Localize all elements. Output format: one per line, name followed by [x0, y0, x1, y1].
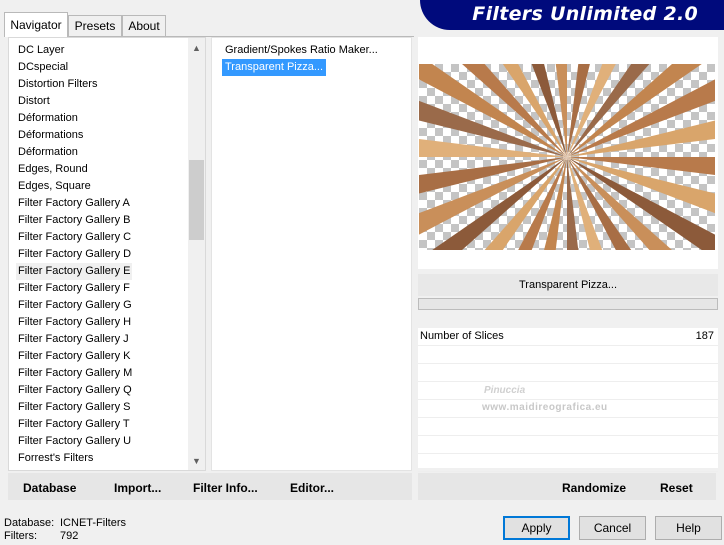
- database-button[interactable]: Database: [23, 481, 76, 495]
- category-item[interactable]: Filter Factory Gallery J: [16, 331, 131, 348]
- filters-count-value: 792: [60, 530, 79, 542]
- filter-name-label: Transparent Pizza...: [418, 274, 718, 296]
- category-item[interactable]: Déformation: [16, 144, 80, 161]
- filter-list[interactable]: Gradient/Spokes Ratio Maker... Transpare…: [211, 37, 412, 471]
- category-list[interactable]: DC Layer DCspecial Distortion Filters Disto…: [8, 37, 206, 471]
- category-item[interactable]: Filter Factory Gallery H: [16, 314, 133, 331]
- progress-bar: [418, 298, 718, 310]
- category-item[interactable]: Forrest's Filters: [16, 450, 95, 467]
- category-item[interactable]: Déformation: [16, 110, 80, 127]
- tab-presets[interactable]: Presets: [68, 15, 122, 36]
- category-item[interactable]: Filter Factory Gallery T: [16, 416, 132, 433]
- param-row-slices[interactable]: Number of Slices 187: [418, 328, 718, 346]
- parameter-panel: Number of Slices 187: [418, 328, 718, 472]
- apply-button[interactable]: Apply: [503, 516, 570, 540]
- watermark-name: Pinuccia: [484, 385, 526, 396]
- param-value[interactable]: 187: [696, 330, 714, 342]
- category-item[interactable]: Déformations: [16, 127, 85, 144]
- category-item[interactable]: Edges, Square: [16, 178, 93, 195]
- param-row-empty: [418, 382, 718, 400]
- cancel-button[interactable]: Cancel: [579, 516, 646, 540]
- filters-count-label: Filters:: [4, 530, 37, 542]
- right-button-strip: Randomize Reset: [418, 473, 716, 500]
- category-item[interactable]: Filter Factory Gallery M: [16, 365, 134, 382]
- category-item[interactable]: Filter Factory Gallery Q: [16, 382, 134, 399]
- category-item[interactable]: Filter Factory Gallery U: [16, 433, 133, 450]
- filter-item[interactable]: Gradient/Spokes Ratio Maker...: [222, 42, 381, 59]
- chevron-down-icon[interactable]: ▼: [188, 453, 205, 470]
- category-item[interactable]: Filter Factory Gallery A: [16, 195, 132, 212]
- category-item[interactable]: Filter Factory Gallery C: [16, 229, 133, 246]
- category-item[interactable]: Filter Factory Gallery E: [16, 263, 133, 280]
- database-value: ICNET-Filters: [60, 517, 126, 529]
- database-label: Database:: [4, 517, 55, 529]
- param-row-empty: [418, 418, 718, 436]
- category-item[interactable]: Filter Factory Gallery D: [16, 246, 133, 263]
- left-button-strip: Database Import... Filter Info... Editor…: [8, 473, 412, 500]
- param-row-empty: [418, 454, 718, 472]
- watermark-url: www.maidireografica.eu: [482, 402, 608, 413]
- filter-info-button[interactable]: Filter Info...: [193, 481, 258, 495]
- category-item[interactable]: Filter Factory Gallery G: [16, 297, 134, 314]
- tab-navigator[interactable]: Navigator: [4, 12, 68, 37]
- category-item[interactable]: DC Layer: [16, 42, 66, 59]
- preview-image: [419, 64, 715, 250]
- category-item[interactable]: Filter Factory Gallery F: [16, 280, 132, 297]
- reset-button[interactable]: Reset: [660, 481, 693, 495]
- app-banner: Filters Unlimited 2.0: [420, 0, 724, 30]
- param-label: Number of Slices: [420, 330, 504, 342]
- param-row-empty: [418, 436, 718, 454]
- filter-item-selected[interactable]: Transparent Pizza...: [222, 59, 327, 76]
- category-item[interactable]: DCspecial: [16, 59, 70, 76]
- app-title: Filters Unlimited 2.0: [472, 3, 698, 25]
- tab-about[interactable]: About: [122, 15, 166, 36]
- category-item[interactable]: Edges, Round: [16, 161, 90, 178]
- param-row-empty: [418, 346, 718, 364]
- category-item[interactable]: Filter Factory Gallery S: [16, 399, 132, 416]
- category-item[interactable]: Distortion Filters: [16, 76, 99, 93]
- category-item[interactable]: Distort: [16, 93, 52, 110]
- scroll-thumb[interactable]: [189, 160, 204, 240]
- editor-button[interactable]: Editor...: [290, 481, 334, 495]
- category-item[interactable]: Filter Factory Gallery B: [16, 212, 132, 229]
- category-scrollbar[interactable]: ▲ ▼: [188, 38, 205, 470]
- randomize-button[interactable]: Randomize: [562, 481, 626, 495]
- help-button[interactable]: Help: [655, 516, 722, 540]
- category-item[interactable]: Filter Factory Gallery K: [16, 348, 132, 365]
- chevron-up-icon[interactable]: ▲: [188, 40, 205, 57]
- import-button[interactable]: Import...: [114, 481, 161, 495]
- param-row-empty: [418, 364, 718, 382]
